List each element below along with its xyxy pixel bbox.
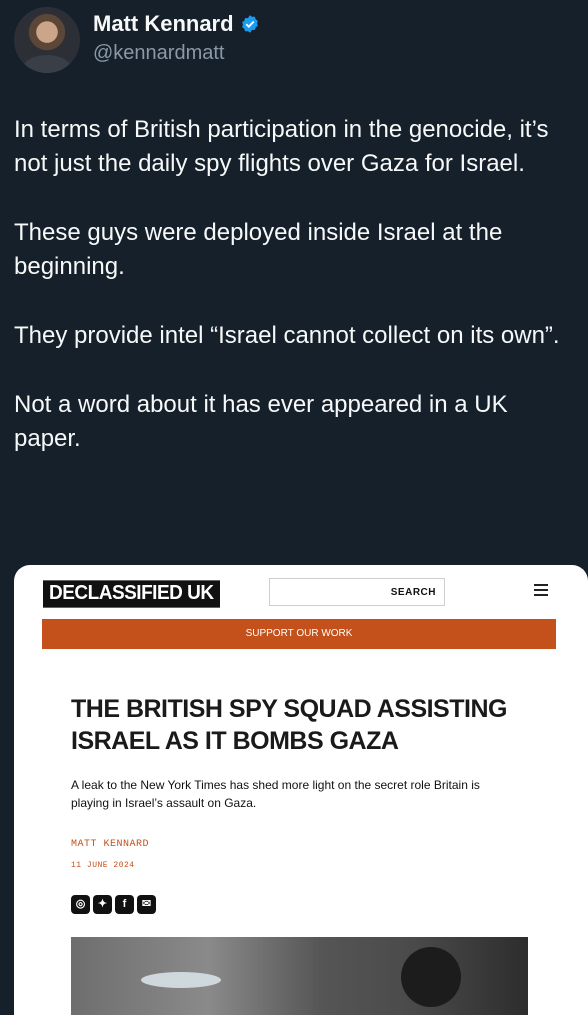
support-banner: SUPPORT OUR WORK	[42, 619, 556, 649]
article-date: 11 JUNE 2024	[71, 861, 135, 870]
tweet-paragraph: Not a word about it has ever appeared in…	[14, 391, 508, 452]
search-input: SEARCH	[269, 578, 445, 606]
article-byline: MATT KENNARD	[71, 839, 150, 850]
tweet-header: Matt Kennard @kennardmatt	[0, 0, 588, 90]
tweet-paragraph: They provide intel “Israel cannot collec…	[14, 322, 560, 349]
attached-article-image[interactable]: DECLASSIFIED UK SEARCH SUPPORT OUR WORK …	[14, 565, 588, 1015]
share-icons: ◎ ✦ f ✉	[71, 895, 156, 914]
search-label: SEARCH	[390, 587, 436, 598]
author-name[interactable]: Matt Kennard	[93, 11, 234, 37]
article-headline: THE BRITISH SPY SQUAD ASSISTING ISRAEL A…	[71, 695, 507, 755]
facebook-icon: f	[115, 895, 134, 914]
tweet-text: In terms of British participation in the…	[14, 113, 574, 456]
site-logo: DECLASSIFIED UK	[43, 580, 220, 608]
author-handle[interactable]: @kennardmatt	[93, 42, 224, 65]
email-icon: ✉	[137, 895, 156, 914]
author-row: Matt Kennard	[93, 11, 260, 37]
tweet-paragraph: These guys were deployed inside Israel a…	[14, 219, 503, 280]
twitter-icon: ✦	[93, 895, 112, 914]
avatar[interactable]	[14, 7, 80, 73]
verified-badge-icon	[241, 15, 258, 33]
whatsapp-icon: ◎	[71, 895, 90, 914]
article-photo	[71, 937, 528, 1015]
menu-icon	[534, 584, 548, 596]
tweet-paragraph: In terms of British participation in the…	[14, 116, 549, 177]
article-deck: A leak to the New York Times has shed mo…	[71, 778, 480, 810]
